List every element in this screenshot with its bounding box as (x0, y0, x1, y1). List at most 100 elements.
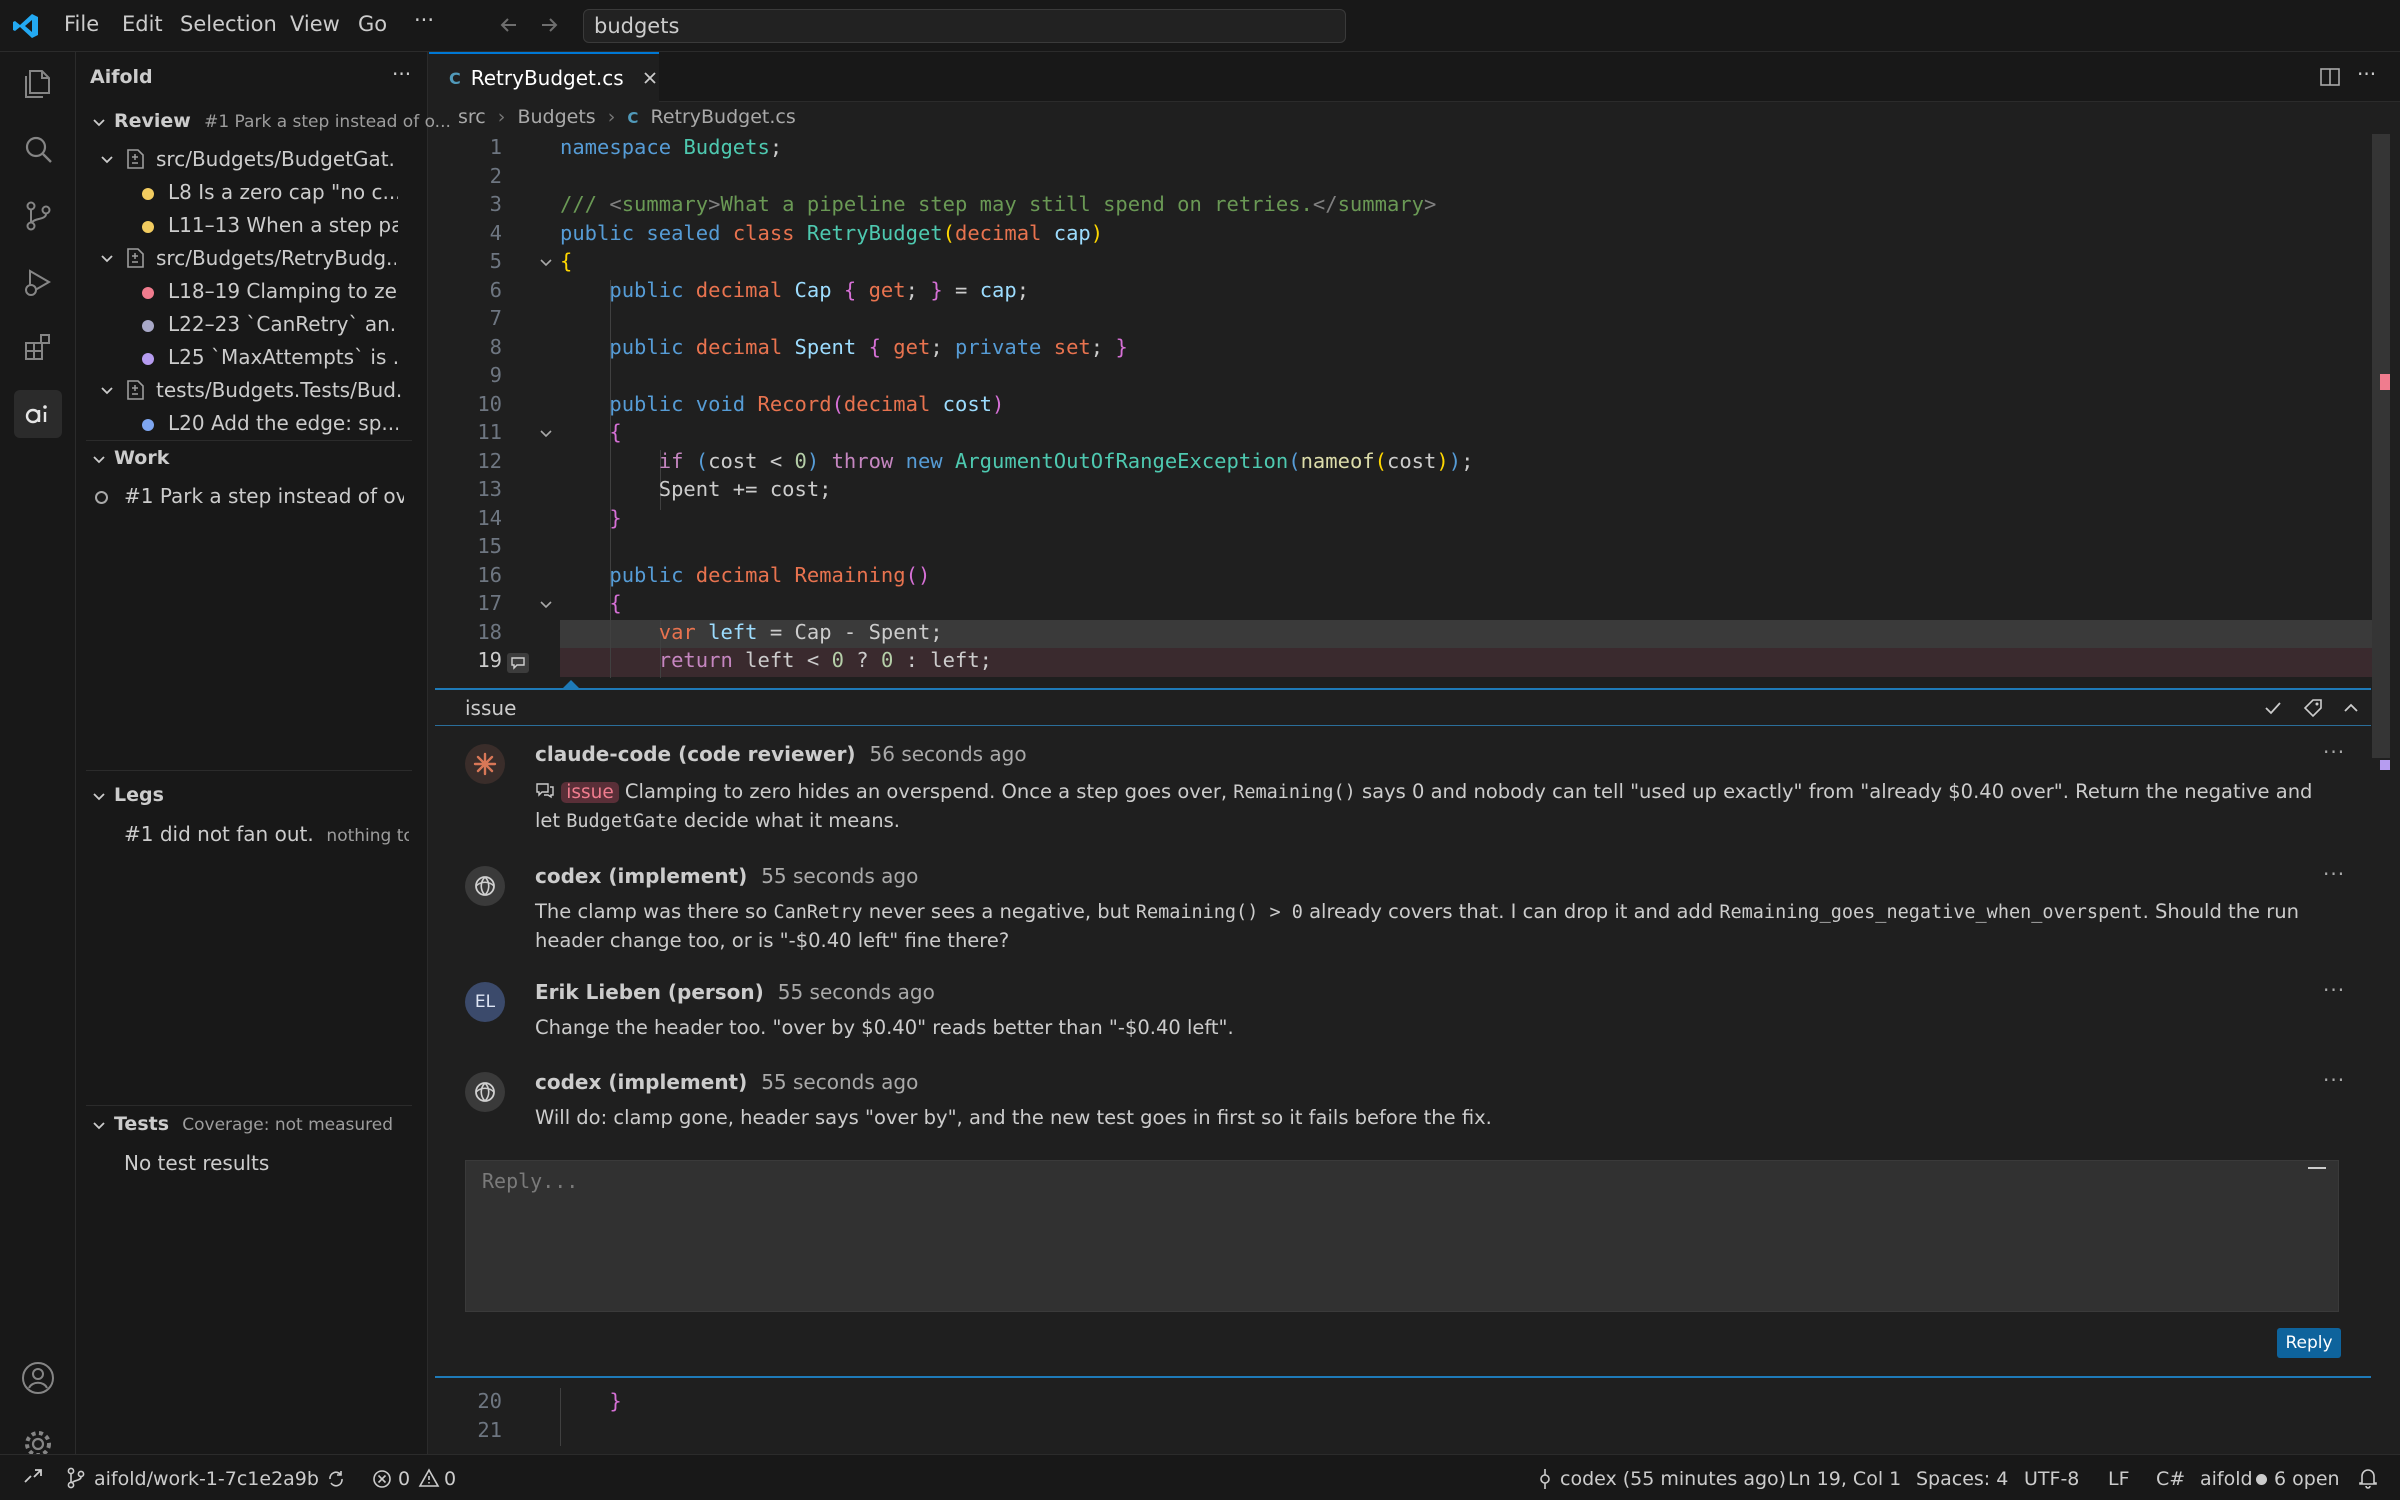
menu-file[interactable]: File (64, 12, 99, 36)
search-icon[interactable] (14, 126, 62, 174)
aifold-ai-icon[interactable] (14, 390, 62, 438)
line-number: 2 (489, 164, 502, 188)
run-debug-icon[interactable] (14, 258, 62, 306)
comment-author: claude-code (code reviewer) 56 seconds a… (535, 742, 1027, 766)
review-file[interactable]: src/Budgets/BudgetGat... (156, 147, 396, 171)
menu-edit[interactable]: Edit (122, 12, 163, 36)
split-editor-icon[interactable] (2319, 66, 2341, 88)
legs-item-label: #1 did not fan out. (124, 822, 314, 846)
commit-icon (1540, 1469, 1550, 1489)
comment-marker-dot (142, 287, 154, 299)
chevron-down-icon[interactable] (92, 453, 106, 467)
review-file[interactable]: src/Budgets/RetryBudg... (156, 246, 396, 270)
resolve-check-icon[interactable] (2263, 698, 2283, 718)
back-arrow-icon[interactable] (498, 14, 520, 36)
comment-body: The clamp was there so CanRetry never se… (535, 898, 2325, 955)
encoding[interactable]: UTF-8 (2024, 1468, 2079, 1490)
comment-more-icon[interactable]: ··· (2323, 1068, 2345, 1092)
tab-retrybudget[interactable]: C RetryBudget.cs (429, 52, 659, 102)
review-comment-item[interactable]: L22–23 `CanRetry` an... (168, 312, 398, 336)
comment-body: issue Clamping to zero hides an overspen… (535, 778, 2325, 836)
review-header[interactable]: Review #1 Park a step instead of o... (114, 110, 451, 132)
menu-view[interactable]: View (290, 12, 340, 36)
breadcrumb-src[interactable]: src (458, 106, 486, 128)
comment-body: Change the header too. "over by $0.40" r… (535, 1016, 1234, 1039)
editor-tab-bar: C RetryBudget.cs ··· (429, 52, 2400, 102)
line-number: 11 (477, 420, 502, 444)
menu-more[interactable]: ··· (414, 8, 434, 32)
file-diff-icon (127, 149, 144, 169)
extensions-icon[interactable] (14, 324, 62, 372)
legs-header[interactable]: Legs (114, 784, 164, 806)
review-comment-item[interactable]: L11–13 When a step pa... (168, 213, 398, 237)
source-control-icon[interactable] (14, 192, 62, 240)
code-line: { (609, 591, 622, 615)
breadcrumb-file[interactable]: RetryBudget.cs (650, 106, 795, 128)
line-endings[interactable]: LF (2108, 1468, 2130, 1490)
sync-icon[interactable] (326, 1469, 346, 1489)
editor-scrollbar[interactable] (2372, 134, 2390, 758)
account-icon[interactable] (14, 1354, 62, 1402)
collapse-chevron-up-icon[interactable] (2341, 698, 2361, 718)
comment-marker-dot (142, 353, 154, 365)
comment-author: codex (implement) 55 seconds ago (535, 864, 918, 888)
open-count[interactable]: 6 open (2274, 1468, 2340, 1490)
command-center-search[interactable]: budgets (583, 9, 1346, 43)
reply-button[interactable]: Reply (2277, 1328, 2341, 1358)
review-comment-item[interactable]: L8 Is a zero cap "no c... (168, 180, 398, 204)
chevron-down-icon[interactable] (92, 116, 106, 130)
fold-chevron-icon[interactable] (538, 597, 554, 613)
tag-icon[interactable] (2303, 698, 2323, 718)
work-item[interactable]: #1 Park a step instead of ov... (124, 484, 404, 508)
menu-selection[interactable]: Selection (180, 12, 277, 36)
review-comment-item[interactable]: L18–19 Clamping to ze... (168, 279, 398, 303)
comment-more-icon[interactable]: ··· (2323, 740, 2345, 764)
indentation[interactable]: Spaces: 4 (1916, 1468, 2008, 1490)
chevron-down-icon[interactable] (100, 153, 114, 167)
sidebar-more-icon[interactable]: ··· (392, 62, 411, 86)
fold-chevron-icon[interactable] (538, 255, 554, 271)
line-number: 13 (477, 477, 502, 501)
line-number: 20 (477, 1389, 502, 1413)
chevron-down-icon[interactable] (100, 384, 114, 398)
minimize-icon[interactable] (2308, 1167, 2326, 1169)
close-icon[interactable] (642, 70, 658, 86)
chevron-down-icon[interactable] (100, 252, 114, 266)
git-branch-icon[interactable] (66, 1467, 86, 1489)
editor-more-icon[interactable]: ··· (2357, 62, 2376, 86)
language-mode[interactable]: C# (2156, 1468, 2185, 1490)
author-name: Erik Lieben (person) (535, 980, 764, 1004)
explorer-files-icon[interactable] (14, 60, 62, 108)
comment-time: 55 seconds ago (761, 1070, 919, 1094)
code-line: public decimal Cap { get; } = cap; (609, 278, 1030, 302)
comment-text: already covers that. I can drop it and a… (1302, 900, 1720, 923)
warning-icon[interactable] (418, 1468, 440, 1488)
legs-item[interactable]: #1 did not fan out. nothing to... (124, 822, 409, 846)
warning-count[interactable]: 0 (444, 1468, 456, 1490)
error-icon[interactable] (372, 1469, 392, 1489)
review-file[interactable]: tests/Budgets.Tests/Bud... (156, 378, 401, 402)
breadcrumb-budgets[interactable]: Budgets (517, 106, 595, 128)
chevron-down-icon[interactable] (92, 1119, 106, 1133)
fold-chevron-icon[interactable] (538, 426, 554, 442)
review-comment-item[interactable]: L20 Add the edge: sp... (168, 411, 398, 435)
reply-textarea[interactable]: Reply... (465, 1160, 2339, 1312)
comment-gutter-icon[interactable] (506, 652, 530, 674)
menu-go[interactable]: Go (358, 12, 387, 36)
git-branch[interactable]: aifold/work-1-7c1e2a9b (94, 1468, 319, 1490)
chevron-down-icon[interactable] (92, 790, 106, 804)
tests-header[interactable]: Tests Coverage: not measured (114, 1113, 393, 1135)
line-number: 5 (489, 249, 502, 273)
workspace-name[interactable]: aifold (2200, 1468, 2253, 1490)
bell-icon[interactable] (2358, 1467, 2378, 1489)
cursor-position[interactable]: Ln 19, Col 1 (1788, 1468, 1901, 1490)
agent-status[interactable]: codex (55 minutes ago) (1560, 1468, 1786, 1490)
comment-more-icon[interactable]: ··· (2323, 862, 2345, 886)
comment-more-icon[interactable]: ··· (2323, 978, 2345, 1002)
work-header[interactable]: Work (114, 447, 169, 469)
forward-arrow-icon[interactable] (538, 14, 560, 36)
line-number: 15 (477, 534, 502, 558)
error-count[interactable]: 0 (398, 1468, 410, 1490)
review-comment-item[interactable]: L25 `MaxAttempts` is ... (168, 345, 398, 369)
remote-icon[interactable] (22, 1467, 44, 1489)
